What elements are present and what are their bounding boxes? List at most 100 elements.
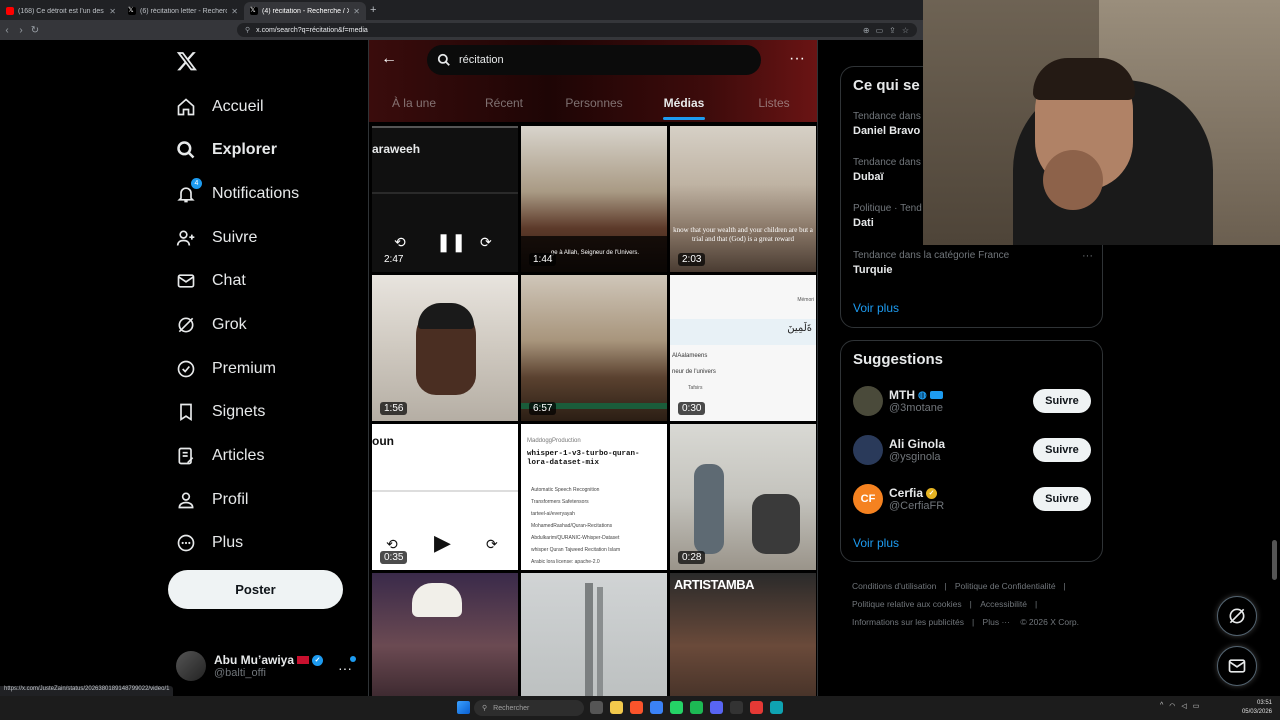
- volume-icon[interactable]: ◁: [1181, 702, 1186, 710]
- avatar[interactable]: [853, 386, 883, 416]
- footer-link[interactable]: Informations sur les publicités: [852, 617, 964, 627]
- avatar[interactable]: [853, 435, 883, 465]
- address-bar[interactable]: ⚲ x.com/search?q=récitation&f=media ⊕ ▭ …: [237, 23, 917, 37]
- follow-button[interactable]: Suivre: [1033, 389, 1091, 413]
- app-icon[interactable]: [750, 701, 763, 714]
- browser-tab[interactable]: (168) Ce détroit est l'un des enjeux n ✕: [0, 2, 122, 20]
- media-tile[interactable]: 6:57: [521, 275, 667, 421]
- discord-icon[interactable]: [710, 701, 723, 714]
- tab-people[interactable]: Personnes: [549, 84, 639, 122]
- obs-icon[interactable]: [730, 701, 743, 714]
- tab-latest[interactable]: Récent: [459, 84, 549, 122]
- suggestion-row[interactable]: Ali Ginola @ysginola Suivre: [853, 433, 1091, 467]
- clock[interactable]: 03:51 05/03/2026: [1242, 699, 1272, 717]
- play-icon[interactable]: ▶: [434, 530, 451, 556]
- suggestion-handle: @3motane: [889, 402, 943, 414]
- nav-premium[interactable]: Premium: [176, 356, 276, 382]
- media-tile[interactable]: MaddoggProduction whisper-1-v3-turbo-qur…: [521, 424, 667, 570]
- search-box[interactable]: [427, 45, 761, 75]
- close-tab-icon[interactable]: ✕: [353, 7, 360, 16]
- battery-icon[interactable]: ▭: [1193, 702, 1200, 710]
- close-tab-icon[interactable]: ✕: [231, 7, 238, 16]
- cast-icon[interactable]: ▭: [876, 26, 884, 35]
- nav-notifications[interactable]: 4 Notifications: [176, 178, 299, 207]
- tab-title: (6) récitation letter - Recherche / X: [140, 7, 228, 15]
- site-info-icon[interactable]: ⚲: [245, 26, 250, 34]
- nav-home[interactable]: Accueil: [176, 94, 264, 120]
- follow-button[interactable]: Suivre: [1033, 487, 1091, 511]
- follow-button[interactable]: Suivre: [1033, 438, 1091, 462]
- nav-grok[interactable]: Grok: [176, 312, 247, 338]
- share-icon[interactable]: ⇪: [889, 26, 896, 35]
- star-icon[interactable]: ☆: [902, 26, 909, 35]
- nav-articles[interactable]: Articles: [176, 443, 264, 469]
- article-icon: [176, 446, 196, 466]
- footer-link[interactable]: Plus ···: [983, 617, 1010, 627]
- tab-media[interactable]: Médias: [639, 84, 729, 122]
- tab-lists[interactable]: Listes: [729, 84, 817, 122]
- app-icon[interactable]: [650, 701, 663, 714]
- footer-link[interactable]: Politique relative aux cookies: [852, 599, 962, 609]
- forward-15-icon[interactable]: ⟳: [480, 234, 492, 251]
- media-tile[interactable]: 1:56: [372, 275, 518, 421]
- nav-chat[interactable]: Chat: [176, 268, 246, 294]
- grok-fab[interactable]: [1217, 596, 1257, 636]
- taskbar-search[interactable]: ⚲ Rechercher: [474, 700, 584, 716]
- search-input[interactable]: [459, 54, 739, 66]
- scrollbar-thumb[interactable]: [1272, 540, 1277, 580]
- forward-arrow-icon[interactable]: ›: [14, 25, 28, 36]
- trends-see-more-link[interactable]: Voir plus: [853, 301, 899, 315]
- trend-item[interactable]: Tendance dans la catégorie France Turqui…: [853, 250, 1093, 276]
- suggestion-row[interactable]: MTH ◍ @3motane Suivre: [853, 384, 1091, 418]
- tab-top[interactable]: À la une: [369, 84, 459, 122]
- rewind-15-icon[interactable]: ⟲: [394, 234, 406, 251]
- windows-start-icon[interactable]: [457, 701, 470, 714]
- more-options-icon[interactable]: ···: [789, 50, 805, 68]
- forward-15-icon[interactable]: ⟳: [486, 536, 498, 553]
- post-button[interactable]: Poster: [168, 570, 343, 609]
- messages-fab[interactable]: [1217, 646, 1257, 686]
- footer-link[interactable]: Conditions d'utilisation: [852, 581, 936, 591]
- whatsapp-icon[interactable]: [670, 701, 683, 714]
- media-tile[interactable]: ge à Allah, Seigneur de l'Univers. 1:44: [521, 126, 667, 272]
- media-tile[interactable]: [521, 573, 667, 696]
- nav-explore[interactable]: Explorer: [176, 137, 277, 163]
- media-tile[interactable]: know that your wealth and your children …: [670, 126, 816, 272]
- account-switcher[interactable]: Abu Mu’awiya ✓ @balti_offi ···: [176, 646, 366, 686]
- close-tab-icon[interactable]: ✕: [109, 7, 116, 16]
- brave-icon[interactable]: [630, 701, 643, 714]
- x-logo-icon[interactable]: [176, 50, 198, 72]
- back-arrow-icon[interactable]: ←: [381, 50, 401, 70]
- footer-link[interactable]: Accessibilité: [980, 599, 1027, 609]
- wifi-icon[interactable]: ◠: [1169, 702, 1175, 710]
- spotify-icon[interactable]: [690, 701, 703, 714]
- media-tile[interactable]: oun ⟲ ▶ ⟳ 0:35: [372, 424, 518, 570]
- browser-tab[interactable]: 𝕏 (6) récitation letter - Recherche / X …: [122, 2, 244, 20]
- pause-icon[interactable]: ❚❚: [436, 232, 466, 253]
- back-arrow-icon[interactable]: ‹: [0, 25, 14, 36]
- nav-follow[interactable]: Suivre: [176, 225, 257, 251]
- more-dots-icon[interactable]: ···: [1082, 250, 1093, 262]
- media-tile[interactable]: [372, 573, 518, 696]
- chevron-up-icon[interactable]: ^: [1160, 702, 1163, 710]
- trends-title: Ce qui se: [853, 77, 920, 94]
- zoom-icon[interactable]: ⊕: [863, 26, 870, 35]
- browser-tab-active[interactable]: 𝕏 (4) récitation - Recherche / X ✕: [244, 2, 366, 20]
- edge-icon[interactable]: [770, 701, 783, 714]
- suggestions-see-more-link[interactable]: Voir plus: [853, 536, 899, 550]
- more-dots-icon[interactable]: ···: [338, 660, 352, 676]
- media-tile[interactable]: 0:28: [670, 424, 816, 570]
- nav-profile[interactable]: Profil: [176, 487, 248, 513]
- reload-icon[interactable]: ↻: [28, 25, 42, 36]
- nav-bookmarks[interactable]: Signets: [176, 399, 265, 425]
- footer-link[interactable]: Politique de Confidentialité: [955, 581, 1056, 591]
- nav-more[interactable]: Plus: [176, 530, 243, 556]
- file-explorer-icon[interactable]: [610, 701, 623, 714]
- cerfia-logo-icon[interactable]: CF: [853, 484, 883, 514]
- suggestion-row[interactable]: CF Cerfia ✓ @CerfiaFR Suivre: [853, 482, 1091, 516]
- task-view-icon[interactable]: [590, 701, 603, 714]
- media-tile[interactable]: araweeh ⟲ ❚❚ ⟳ 2:47: [372, 126, 518, 272]
- new-tab-icon[interactable]: +: [370, 4, 376, 16]
- media-tile[interactable]: ARTISTAMBA: [670, 573, 816, 696]
- media-tile[interactable]: Mémori ةَلَمِينَ AlAalameens neur de l'u…: [670, 275, 816, 421]
